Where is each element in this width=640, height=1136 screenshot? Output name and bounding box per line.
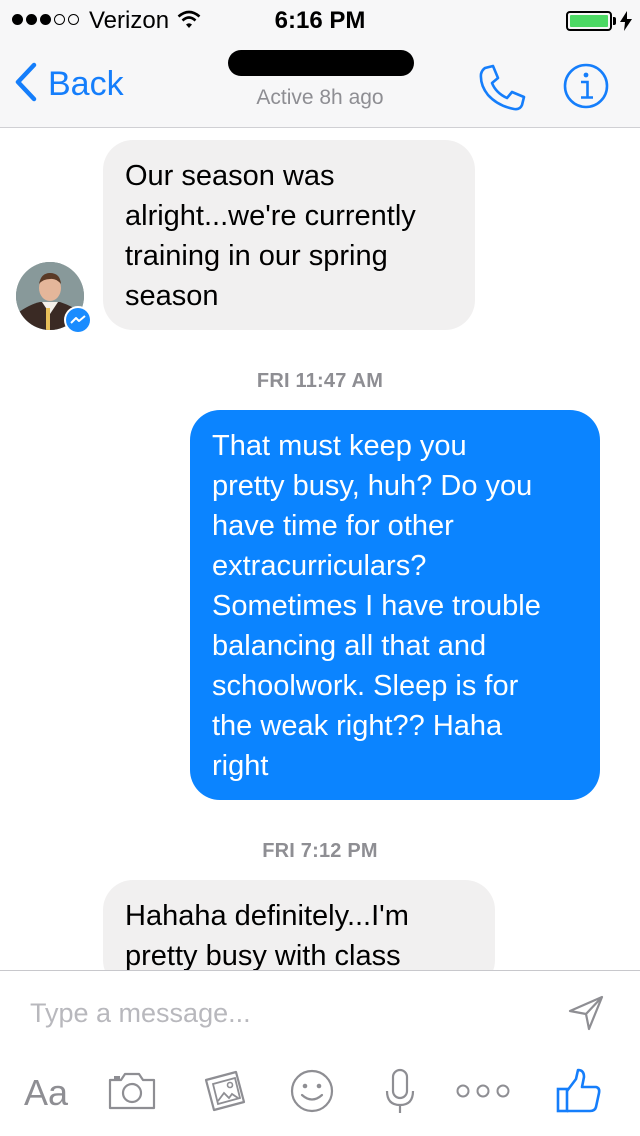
voice-button[interactable]	[372, 1063, 428, 1123]
message-line: pretty busy, huh? Do you	[212, 470, 533, 502]
message-timestamp: FRI 11:47 AM	[256, 370, 384, 392]
contact-avatar[interactable]	[16, 262, 92, 334]
thumbs-up-icon	[554, 1067, 602, 1120]
battery-icon	[566, 11, 612, 31]
microphone-icon	[383, 1067, 417, 1120]
font-size-button[interactable]: Aa	[18, 1063, 74, 1123]
contact-name-redacted	[228, 50, 414, 76]
emoji-button[interactable]	[284, 1063, 340, 1123]
gallery-button[interactable]	[198, 1063, 254, 1123]
font-size-label: Aa	[23, 1072, 69, 1113]
phone-icon	[476, 64, 528, 118]
messenger-badge-icon	[64, 306, 92, 334]
message-line: alright...we're currently	[125, 200, 416, 232]
message-line: schoolwork. Sleep is for	[212, 670, 519, 702]
active-status: Active 8h ago	[256, 86, 384, 109]
message-line: right	[212, 750, 269, 782]
camera-button[interactable]	[104, 1063, 160, 1123]
message-composer: Aa	[0, 970, 640, 1136]
more-button[interactable]	[452, 1063, 514, 1123]
message-line: Our season was	[125, 160, 335, 192]
navigation-bar: Back Active 8h ago	[0, 40, 640, 128]
more-icon	[455, 1083, 511, 1104]
battery-tip	[613, 17, 616, 25]
emoji-icon	[289, 1068, 335, 1119]
info-icon	[562, 63, 610, 114]
message-line: Hahaha definitely...I'm	[125, 900, 409, 932]
call-button[interactable]	[476, 62, 528, 114]
send-icon	[566, 995, 606, 1037]
photo-gallery-icon	[202, 1068, 250, 1119]
message-input[interactable]	[30, 993, 550, 1033]
message-timestamp: FRI 7:12 PM	[262, 840, 378, 862]
status-bar: Verizon 6:16 PM	[0, 0, 640, 40]
message-bubble-sent[interactable]: That must keep you pretty busy, huh? Do …	[190, 410, 600, 800]
message-line: That must keep you	[212, 430, 467, 462]
charging-bolt-icon	[619, 11, 633, 36]
like-button[interactable]	[550, 1063, 606, 1123]
status-time: 6:16 PM	[274, 7, 366, 34]
composer-toolbar: Aa	[0, 1063, 640, 1123]
message-bubble-received[interactable]: Our season was alright...we're currently…	[103, 140, 475, 330]
send-button[interactable]	[566, 993, 606, 1033]
message-line: season	[125, 280, 219, 312]
message-line: balancing all that and	[212, 630, 487, 662]
message-line: the weak right?? Haha	[212, 710, 503, 742]
message-line: have time for other	[212, 510, 454, 542]
camera-icon	[106, 1070, 158, 1117]
message-line: Sometimes I have trouble	[212, 590, 541, 622]
message-line: extracurriculars?	[212, 550, 427, 582]
message-line: training in our spring	[125, 240, 388, 272]
info-button[interactable]	[562, 62, 610, 110]
